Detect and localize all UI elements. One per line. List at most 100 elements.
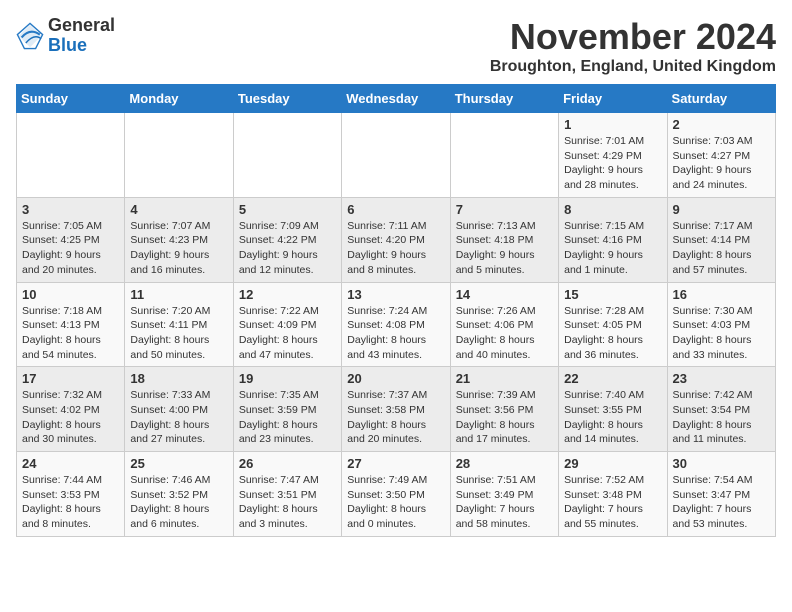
calendar-cell: 27 Sunrise: 7:49 AM Sunset: 3:50 PM Dayli… (342, 452, 450, 537)
calendar-cell: 29 Sunrise: 7:52 AM Sunset: 3:48 PM Dayli… (559, 452, 667, 537)
day-header-tuesday: Tuesday (233, 85, 341, 113)
logo-icon (16, 22, 44, 50)
calendar-cell: 4 Sunrise: 7:07 AM Sunset: 4:23 PM Daylig… (125, 197, 233, 282)
day-info: Sunrise: 7:52 AM Sunset: 3:48 PM Dayligh… (564, 473, 661, 532)
day-info: Sunrise: 7:39 AM Sunset: 3:56 PM Dayligh… (456, 388, 553, 447)
day-header-friday: Friday (559, 85, 667, 113)
calendar-week-row: 10 Sunrise: 7:18 AM Sunset: 4:13 PM Dayli… (17, 282, 776, 367)
day-header-thursday: Thursday (450, 85, 558, 113)
calendar-cell: 1Sunrise: 7:01 AM Sunset: 4:29 PM Daylig… (559, 113, 667, 198)
calendar-cell (450, 113, 558, 198)
day-number: 28 (456, 456, 553, 471)
day-info: Sunrise: 7:33 AM Sunset: 4:00 PM Dayligh… (130, 388, 227, 447)
calendar-cell: 19 Sunrise: 7:35 AM Sunset: 3:59 PM Dayli… (233, 367, 341, 452)
day-number: 20 (347, 371, 444, 386)
day-info: Sunrise: 7:20 AM Sunset: 4:11 PM Dayligh… (130, 304, 227, 363)
day-number: 5 (239, 202, 336, 217)
day-number: 2 (673, 117, 770, 132)
day-number: 25 (130, 456, 227, 471)
day-number: 30 (673, 456, 770, 471)
day-number: 9 (673, 202, 770, 217)
day-info: Sunrise: 7:28 AM Sunset: 4:05 PM Dayligh… (564, 304, 661, 363)
day-number: 24 (22, 456, 119, 471)
calendar-cell: 11 Sunrise: 7:20 AM Sunset: 4:11 PM Dayli… (125, 282, 233, 367)
calendar-cell: 2Sunrise: 7:03 AM Sunset: 4:27 PM Daylig… (667, 113, 775, 198)
day-info: Sunrise: 7:30 AM Sunset: 4:03 PM Dayligh… (673, 304, 770, 363)
day-info: Sunrise: 7:18 AM Sunset: 4:13 PM Dayligh… (22, 304, 119, 363)
calendar-week-row: 3Sunrise: 7:05 AM Sunset: 4:25 PM Daylig… (17, 197, 776, 282)
day-info: Sunrise: 7:44 AM Sunset: 3:53 PM Dayligh… (22, 473, 119, 532)
day-number: 3 (22, 202, 119, 217)
day-info: Sunrise: 7:54 AM Sunset: 3:47 PM Dayligh… (673, 473, 770, 532)
location-subtitle: Broughton, England, United Kingdom (490, 58, 776, 76)
day-number: 21 (456, 371, 553, 386)
calendar-cell: 10 Sunrise: 7:18 AM Sunset: 4:13 PM Dayli… (17, 282, 125, 367)
calendar-cell: 30 Sunrise: 7:54 AM Sunset: 3:47 PM Dayli… (667, 452, 775, 537)
day-header-wednesday: Wednesday (342, 85, 450, 113)
day-header-sunday: Sunday (17, 85, 125, 113)
calendar-cell: 15 Sunrise: 7:28 AM Sunset: 4:05 PM Dayli… (559, 282, 667, 367)
calendar-cell: 13 Sunrise: 7:24 AM Sunset: 4:08 PM Dayli… (342, 282, 450, 367)
calendar-cell: 3Sunrise: 7:05 AM Sunset: 4:25 PM Daylig… (17, 197, 125, 282)
day-number: 7 (456, 202, 553, 217)
day-info: Sunrise: 7:42 AM Sunset: 3:54 PM Dayligh… (673, 388, 770, 447)
day-number: 10 (22, 287, 119, 302)
day-info: Sunrise: 7:01 AM Sunset: 4:29 PM Dayligh… (564, 134, 661, 193)
day-info: Sunrise: 7:40 AM Sunset: 3:55 PM Dayligh… (564, 388, 661, 447)
calendar-cell (342, 113, 450, 198)
day-number: 19 (239, 371, 336, 386)
day-number: 18 (130, 371, 227, 386)
day-info: Sunrise: 7:24 AM Sunset: 4:08 PM Dayligh… (347, 304, 444, 363)
calendar-cell: 16 Sunrise: 7:30 AM Sunset: 4:03 PM Dayli… (667, 282, 775, 367)
calendar-cell: 8 Sunrise: 7:15 AM Sunset: 4:16 PM Daylig… (559, 197, 667, 282)
month-title: November 2024 (490, 16, 776, 58)
calendar-cell: 12Sunrise: 7:22 AM Sunset: 4:09 PM Dayli… (233, 282, 341, 367)
calendar-cell: 17Sunrise: 7:32 AM Sunset: 4:02 PM Dayli… (17, 367, 125, 452)
day-number: 6 (347, 202, 444, 217)
day-number: 23 (673, 371, 770, 386)
day-number: 16 (673, 287, 770, 302)
calendar-cell: 22 Sunrise: 7:40 AM Sunset: 3:55 PM Dayli… (559, 367, 667, 452)
logo-blue: Blue (48, 35, 87, 55)
day-info: Sunrise: 7:49 AM Sunset: 3:50 PM Dayligh… (347, 473, 444, 532)
header: General Blue November 2024 Broughton, En… (16, 16, 776, 76)
day-number: 13 (347, 287, 444, 302)
day-info: Sunrise: 7:09 AM Sunset: 4:22 PM Dayligh… (239, 219, 336, 278)
day-number: 4 (130, 202, 227, 217)
logo: General Blue (16, 16, 115, 56)
logo-general: General (48, 15, 115, 35)
calendar-cell: 23 Sunrise: 7:42 AM Sunset: 3:54 PM Dayli… (667, 367, 775, 452)
calendar-cell: 25Sunrise: 7:46 AM Sunset: 3:52 PM Dayli… (125, 452, 233, 537)
calendar-week-row: 24 Sunrise: 7:44 AM Sunset: 3:53 PM Dayli… (17, 452, 776, 537)
logo-text: General Blue (48, 16, 115, 56)
calendar-cell: 20Sunrise: 7:37 AM Sunset: 3:58 PM Dayli… (342, 367, 450, 452)
day-number: 27 (347, 456, 444, 471)
calendar-header-row: SundayMondayTuesdayWednesdayThursdayFrid… (17, 85, 776, 113)
calendar-cell (125, 113, 233, 198)
calendar-cell: 26Sunrise: 7:47 AM Sunset: 3:51 PM Dayli… (233, 452, 341, 537)
calendar-cell: 7Sunrise: 7:13 AM Sunset: 4:18 PM Daylig… (450, 197, 558, 282)
day-info: Sunrise: 7:15 AM Sunset: 4:16 PM Dayligh… (564, 219, 661, 278)
calendar-week-row: 17Sunrise: 7:32 AM Sunset: 4:02 PM Dayli… (17, 367, 776, 452)
calendar-cell: 28 Sunrise: 7:51 AM Sunset: 3:49 PM Dayli… (450, 452, 558, 537)
day-info: Sunrise: 7:17 AM Sunset: 4:14 PM Dayligh… (673, 219, 770, 278)
calendar-cell (17, 113, 125, 198)
calendar-cell (233, 113, 341, 198)
day-number: 11 (130, 287, 227, 302)
day-number: 14 (456, 287, 553, 302)
calendar-cell: 6Sunrise: 7:11 AM Sunset: 4:20 PM Daylig… (342, 197, 450, 282)
day-number: 29 (564, 456, 661, 471)
day-info: Sunrise: 7:07 AM Sunset: 4:23 PM Dayligh… (130, 219, 227, 278)
day-number: 15 (564, 287, 661, 302)
calendar-table: SundayMondayTuesdayWednesdayThursdayFrid… (16, 84, 776, 537)
day-number: 17 (22, 371, 119, 386)
day-number: 8 (564, 202, 661, 217)
day-header-monday: Monday (125, 85, 233, 113)
day-info: Sunrise: 7:35 AM Sunset: 3:59 PM Dayligh… (239, 388, 336, 447)
title-area: November 2024 Broughton, England, United… (490, 16, 776, 76)
day-number: 22 (564, 371, 661, 386)
day-info: Sunrise: 7:51 AM Sunset: 3:49 PM Dayligh… (456, 473, 553, 532)
day-info: Sunrise: 7:22 AM Sunset: 4:09 PM Dayligh… (239, 304, 336, 363)
calendar-cell: 24 Sunrise: 7:44 AM Sunset: 3:53 PM Dayli… (17, 452, 125, 537)
calendar-cell: 5 Sunrise: 7:09 AM Sunset: 4:22 PM Daylig… (233, 197, 341, 282)
